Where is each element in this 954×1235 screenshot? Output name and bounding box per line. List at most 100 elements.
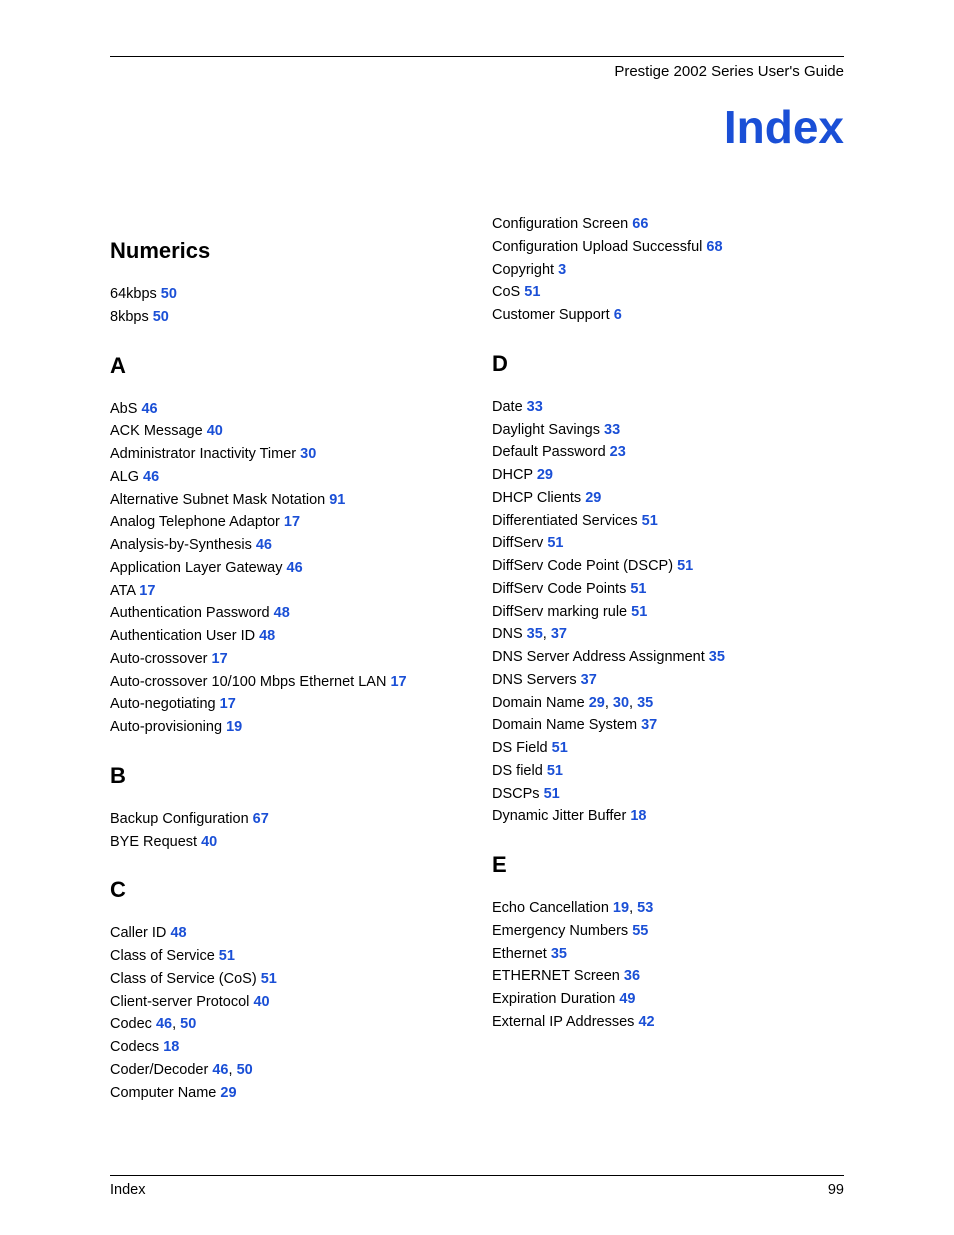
page-ref[interactable]: 51	[677, 558, 693, 574]
page-ref[interactable]: 35	[527, 626, 543, 642]
page-ref[interactable]: 18	[630, 808, 646, 824]
index-term: DS field	[492, 763, 547, 779]
index-term: Authentication Password	[110, 605, 274, 621]
page-ref[interactable]: 17	[220, 696, 236, 712]
index-term: Analysis-by-Synthesis	[110, 537, 256, 553]
section-heading: B	[110, 763, 462, 789]
page-ref[interactable]: 33	[527, 399, 543, 415]
index-entry: Alternative Subnet Mask Notation 91	[110, 490, 462, 512]
index-term: DiffServ Code Point (DSCP)	[492, 558, 677, 574]
page-ref[interactable]: 37	[581, 672, 597, 688]
index-term: Auto-crossover 10/100 Mbps Ethernet LAN	[110, 674, 390, 690]
index-entry: Analog Telephone Adaptor 17	[110, 512, 462, 534]
index-term: Customer Support	[492, 307, 614, 323]
page-ref[interactable]: 18	[163, 1039, 179, 1055]
index-entry: DSCPs 51	[492, 784, 844, 806]
page-ref[interactable]: 68	[706, 239, 722, 255]
page-ref[interactable]: 33	[604, 422, 620, 438]
index-term: Configuration Upload Successful	[492, 239, 706, 255]
page-ref[interactable]: 30	[613, 695, 629, 711]
index-entry: Codec 46, 50	[110, 1014, 462, 1036]
index-term: ALG	[110, 469, 143, 485]
page-ref[interactable]: 29	[220, 1085, 236, 1101]
index-entry: Authentication Password 48	[110, 603, 462, 625]
page-ref[interactable]: 35	[709, 649, 725, 665]
index-entry: Default Password 23	[492, 442, 844, 464]
footer-page: 99	[828, 1182, 844, 1198]
index-entry: 8kbps 50	[110, 307, 462, 329]
page-ref[interactable]: 50	[237, 1062, 253, 1078]
page-ref[interactable]: 36	[624, 968, 640, 984]
index-entry: ALG 46	[110, 467, 462, 489]
index-entry: Date 33	[492, 397, 844, 419]
page-ref[interactable]: 17	[139, 583, 155, 599]
page-ref[interactable]: 40	[207, 423, 223, 439]
page-ref[interactable]: 51	[552, 740, 568, 756]
index-term: Auto-crossover	[110, 651, 212, 667]
page-ref[interactable]: 46	[156, 1016, 172, 1032]
page-ref[interactable]: 46	[143, 469, 159, 485]
index-entry: DiffServ Code Points 51	[492, 579, 844, 601]
page-ref[interactable]: 51	[261, 971, 277, 987]
page-ref[interactable]: 40	[201, 834, 217, 850]
page-ref[interactable]: 91	[329, 492, 345, 508]
page-ref[interactable]: 23	[610, 444, 626, 460]
page-ref[interactable]: 19	[613, 900, 629, 916]
page-ref[interactable]: 46	[287, 560, 303, 576]
page-ref[interactable]: 53	[637, 900, 653, 916]
page-ref[interactable]: 49	[619, 991, 635, 1007]
index-term: Client-server Protocol	[110, 994, 253, 1010]
index-entry: Analysis-by-Synthesis 46	[110, 535, 462, 557]
section-heading: D	[492, 351, 844, 377]
page-ref[interactable]: 35	[551, 946, 567, 962]
page-ref[interactable]: 46	[141, 401, 157, 417]
page-ref[interactable]: 51	[631, 604, 647, 620]
index-term: ETHERNET Screen	[492, 968, 624, 984]
page-ref[interactable]: 55	[632, 923, 648, 939]
page-ref[interactable]: 46	[256, 537, 272, 553]
page-ref[interactable]: 42	[638, 1014, 654, 1030]
page-ref[interactable]: 51	[544, 786, 560, 802]
index-entry: Authentication User ID 48	[110, 626, 462, 648]
page-ref[interactable]: 19	[226, 719, 242, 735]
page-ref[interactable]: 67	[253, 811, 269, 827]
page-title: Index	[110, 100, 844, 154]
page-ref[interactable]: 3	[558, 262, 566, 278]
index-entry: Computer Name 29	[110, 1083, 462, 1105]
index-term: External IP Addresses	[492, 1014, 638, 1030]
page-ref[interactable]: 35	[637, 695, 653, 711]
page-ref[interactable]: 30	[300, 446, 316, 462]
page-ref[interactable]: 6	[614, 307, 622, 323]
index-entry: DS field 51	[492, 761, 844, 783]
page-ref[interactable]: 48	[170, 925, 186, 941]
page-ref[interactable]: 48	[259, 628, 275, 644]
index-term: CoS	[492, 284, 524, 300]
page-ref[interactable]: 37	[551, 626, 567, 642]
page-ref[interactable]: 50	[180, 1016, 196, 1032]
page-ref[interactable]: 51	[219, 948, 235, 964]
index-entry: Echo Cancellation 19, 53	[492, 898, 844, 920]
index-entry: Class of Service (CoS) 51	[110, 969, 462, 991]
page-ref[interactable]: 29	[585, 490, 601, 506]
page-ref[interactable]: 17	[212, 651, 228, 667]
page-ref[interactable]: 48	[274, 605, 290, 621]
page-ref[interactable]: 17	[284, 514, 300, 530]
page-ref[interactable]: 50	[161, 286, 177, 302]
page-ref[interactable]: 66	[632, 216, 648, 232]
page-ref[interactable]: 29	[589, 695, 605, 711]
page-ref[interactable]: 51	[547, 535, 563, 551]
page-ref[interactable]: 51	[630, 581, 646, 597]
page-ref[interactable]: 50	[153, 309, 169, 325]
index-term: Dynamic Jitter Buffer	[492, 808, 630, 824]
page-ref[interactable]: 40	[253, 994, 269, 1010]
page-ref[interactable]: 37	[641, 717, 657, 733]
page-ref[interactable]: 51	[547, 763, 563, 779]
page-ref[interactable]: 46	[212, 1062, 228, 1078]
index-entry: DHCP 29	[492, 465, 844, 487]
page-ref[interactable]: 51	[642, 513, 658, 529]
index-term: Administrator Inactivity Timer	[110, 446, 300, 462]
page-ref[interactable]: 51	[524, 284, 540, 300]
page-ref[interactable]: 29	[537, 467, 553, 483]
footer-label: Index	[110, 1182, 145, 1198]
page-ref[interactable]: 17	[390, 674, 406, 690]
